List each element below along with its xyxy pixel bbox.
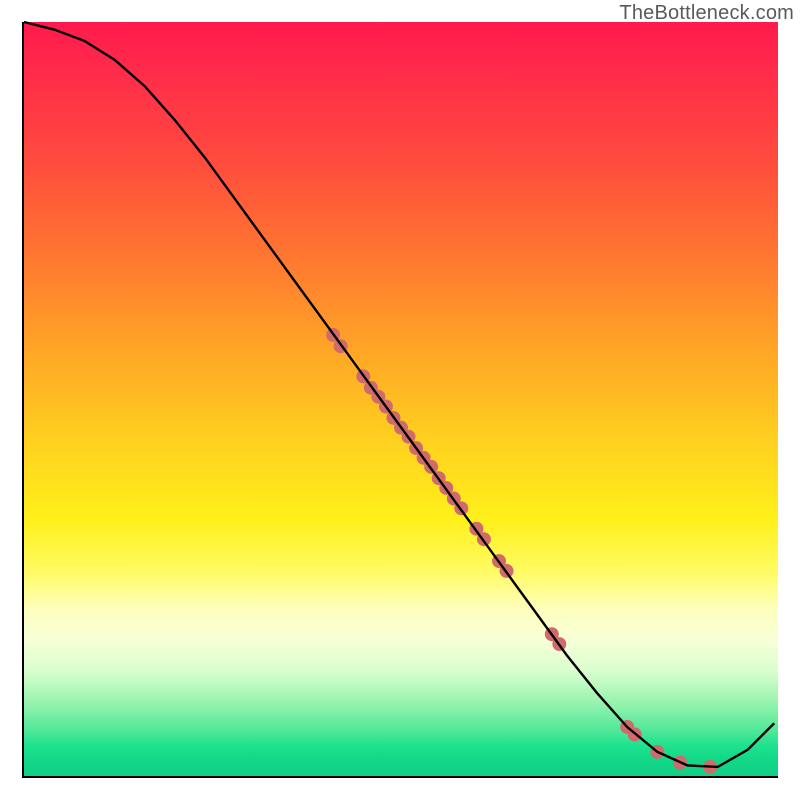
chart-container: TheBottleneck.com (0, 0, 800, 800)
chart-svg (24, 22, 778, 776)
plot-area (22, 22, 778, 778)
bottleneck-curve (24, 22, 774, 767)
scatter-group (326, 328, 717, 774)
